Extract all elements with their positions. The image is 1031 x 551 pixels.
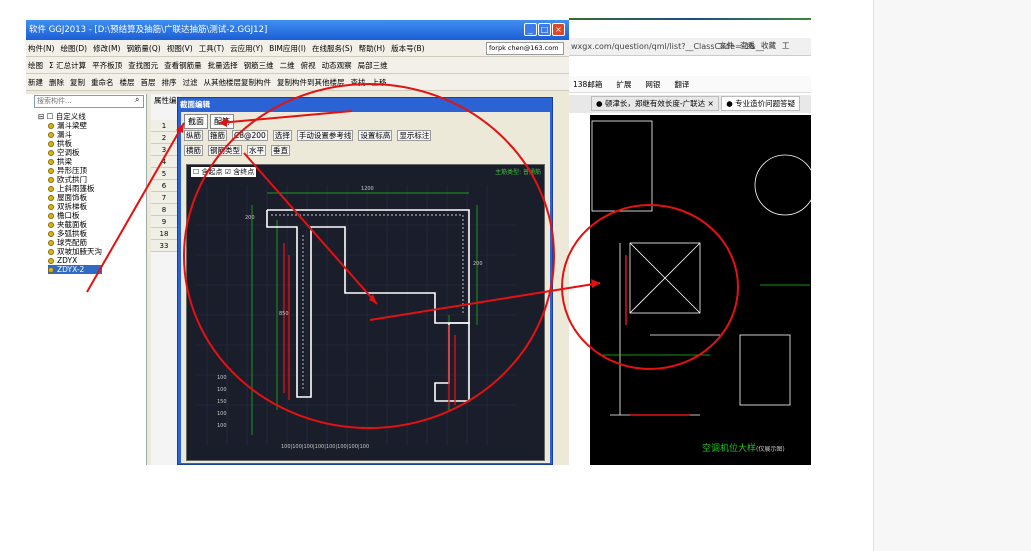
annotation-line bbox=[369, 282, 601, 321]
arrowhead bbox=[591, 279, 600, 288]
red-annotations bbox=[86, 83, 739, 429]
annotation-line bbox=[243, 152, 378, 305]
annotation-circle-left bbox=[183, 83, 555, 429]
annotation-line bbox=[86, 122, 185, 293]
screenshot: 软件 GGJ2013 - [D:\预结算及抽筋\广联达抽筋\测试-2.GGJ12… bbox=[0, 0, 811, 465]
right-blank-panel bbox=[873, 0, 1031, 551]
arrowhead bbox=[176, 123, 184, 133]
annotation-line bbox=[218, 110, 353, 124]
arrowhead bbox=[219, 118, 227, 127]
annotation-circle-right bbox=[561, 204, 739, 370]
